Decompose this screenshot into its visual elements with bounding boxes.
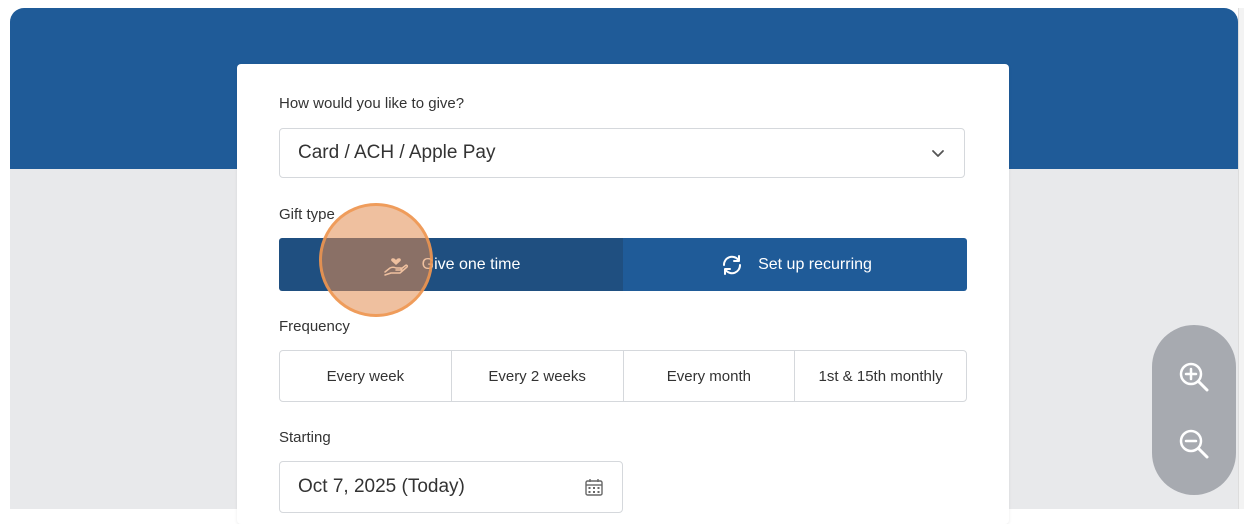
set-up-recurring-button[interactable]: Set up recurring (623, 238, 967, 291)
frequency-label: Frequency (279, 318, 350, 335)
zoom-controls (1152, 325, 1236, 495)
gift-type-toggle: Give one time Set up recurring (279, 238, 967, 291)
recurring-arrows-icon (723, 254, 742, 275)
hand-heart-icon (383, 257, 408, 276)
scrollbar[interactable] (1238, 8, 1244, 509)
give-method-select[interactable]: Card / ACH / Apple Pay (279, 128, 965, 178)
set-up-recurring-label: Set up recurring (758, 255, 872, 273)
give-one-time-label: Give one time (421, 255, 521, 273)
give-method-label: How would you like to give? (279, 95, 465, 112)
gift-type-label: Gift type (279, 206, 335, 223)
calendar-icon[interactable] (584, 477, 604, 497)
giving-form-card: How would you like to give? Card / ACH /… (237, 64, 1009, 524)
frequency-every-2-weeks[interactable]: Every 2 weeks (452, 351, 624, 401)
frequency-1st-15th-monthly[interactable]: 1st & 15th monthly (795, 351, 966, 401)
give-method-value: Card / ACH / Apple Pay (298, 142, 496, 163)
starting-label: Starting (279, 429, 331, 446)
give-one-time-button[interactable]: Give one time (279, 238, 623, 291)
frequency-every-week[interactable]: Every week (280, 351, 452, 401)
start-date-value: Oct 7, 2025 (Today) (298, 476, 465, 497)
frequency-options: Every week Every 2 weeks Every month 1st… (279, 350, 967, 402)
frequency-every-month[interactable]: Every month (624, 351, 796, 401)
chevron-down-icon (932, 150, 944, 157)
zoom-in-icon[interactable] (1176, 359, 1212, 395)
start-date-field[interactable]: Oct 7, 2025 (Today) (279, 461, 623, 513)
zoom-out-icon[interactable] (1176, 426, 1212, 462)
